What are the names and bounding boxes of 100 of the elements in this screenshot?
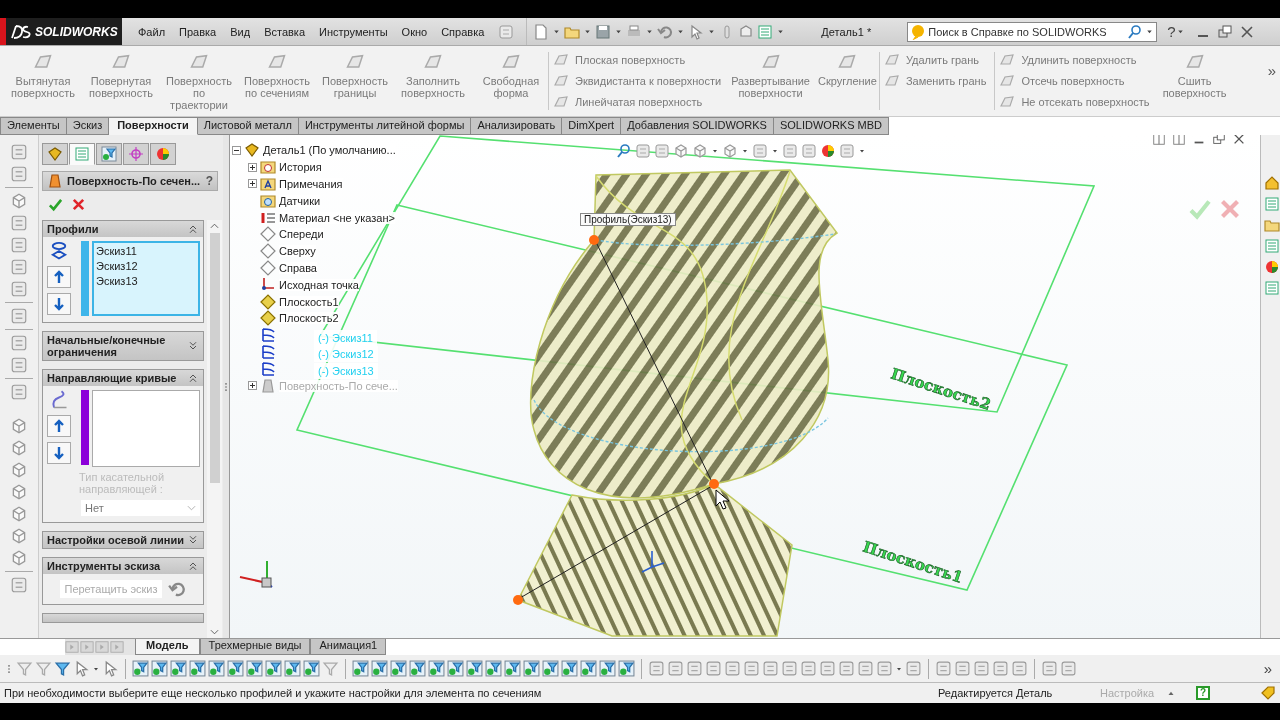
filter-icon[interactable] [371, 660, 388, 677]
ribbon-button[interactable]: Вытянутая поверхность [6, 52, 80, 111]
cube-icon[interactable] [10, 192, 28, 210]
ribbon-button[interactable]: Плоская поверхность [553, 52, 722, 68]
tool-icon[interactable] [781, 660, 798, 677]
command-tab[interactable]: Инструменты литейной формы [298, 117, 472, 135]
selection-list[interactable] [92, 390, 200, 467]
cube-icon[interactable] [10, 439, 28, 457]
task-pane-icon[interactable] [1264, 259, 1280, 275]
tool-icon[interactable] [1011, 660, 1028, 677]
checklist-icon[interactable] [757, 23, 774, 40]
menu-item[interactable]: Вставка [264, 25, 305, 38]
filter-icon[interactable] [618, 660, 635, 677]
cube-icon[interactable] [10, 483, 28, 501]
caret-icon[interactable] [711, 147, 719, 155]
ribbon-button[interactable]: Удлинить поверхность [999, 52, 1150, 68]
panel-tab[interactable] [96, 143, 122, 165]
ribbon-button[interactable]: Удалить грань [883, 52, 987, 68]
view-tool-icon[interactable] [673, 143, 689, 159]
filter-icon[interactable] [322, 660, 339, 677]
lofted-surface-drawing[interactable] [517, 169, 838, 637]
command-tab[interactable]: SOLIDWORKS MBD [773, 117, 890, 135]
tree-item[interactable]: Датчики [279, 194, 321, 207]
tool-icon[interactable] [954, 660, 971, 677]
restore-icon[interactable] [1216, 23, 1233, 40]
ribbon-button[interactable]: Свободная форма [474, 52, 548, 111]
view-tool-icon[interactable] [801, 143, 817, 159]
caret-icon[interactable] [1145, 27, 1155, 36]
filter-icon[interactable] [504, 660, 521, 677]
split-view-icon[interactable] [1152, 135, 1166, 146]
filter-icon[interactable] [428, 660, 445, 677]
command-tab[interactable]: Анализировать [471, 117, 563, 135]
filter-icon[interactable] [132, 660, 149, 677]
cube-icon[interactable] [10, 505, 28, 523]
section-header[interactable]: Настройки осевой линии [43, 532, 203, 548]
cube-icon[interactable] [10, 527, 28, 545]
list-item[interactable]: Эскиз13 [96, 274, 196, 289]
scroll-up-icon[interactable] [210, 223, 219, 229]
tree-item[interactable]: Примечания [279, 178, 343, 190]
tree-item[interactable]: Материал <не указан> [279, 211, 395, 224]
tool-icon[interactable] [10, 576, 28, 594]
save-icon[interactable] [595, 23, 612, 40]
tool-icon[interactable] [819, 660, 836, 677]
undo-icon[interactable] [167, 580, 186, 598]
tool-icon[interactable] [992, 660, 1009, 677]
tool-icon[interactable] [10, 356, 28, 374]
expand-icon[interactable] [187, 534, 199, 546]
tool-icon[interactable] [10, 383, 28, 401]
ribbon-button[interactable]: Развертывание поверхности [729, 52, 812, 99]
panel-tab[interactable] [42, 143, 68, 165]
ribbon-button[interactable]: Поверхность по сечениям [240, 52, 314, 111]
expand-toggle[interactable] [248, 381, 257, 391]
ribbon-button[interactable]: Эквидистанта к поверхности [553, 73, 722, 89]
filter-icon[interactable] [35, 660, 52, 677]
command-tab[interactable]: Эскиз [66, 117, 110, 135]
tool-icon[interactable] [857, 660, 874, 677]
view-tool-icon[interactable] [654, 143, 670, 159]
model-tab[interactable]: Анимация1 [310, 639, 387, 655]
filter-icon[interactable] [485, 660, 502, 677]
zoom-icon[interactable] [616, 143, 632, 159]
scroll-down-icon[interactable] [210, 629, 219, 635]
ribbon-button[interactable]: Не отсекать поверхность [999, 94, 1150, 110]
tree-item[interactable]: Плоскость2 [279, 312, 339, 325]
filter-icon[interactable] [523, 660, 540, 677]
move-up-button[interactable] [47, 266, 71, 288]
cursor-icon[interactable] [688, 23, 705, 40]
model-tab[interactable]: Модель [135, 639, 200, 655]
undo-icon[interactable] [657, 23, 674, 40]
search-field[interactable]: Поиск в Справке по SOLIDWORKS [907, 21, 1158, 42]
section-header[interactable]: Начальные/конечные ограничения [43, 332, 203, 360]
tool-icon[interactable] [800, 660, 817, 677]
tool-icon[interactable] [10, 165, 28, 183]
filter-icon[interactable] [352, 660, 369, 677]
split-view-icon[interactable] [1172, 135, 1186, 146]
filter-icon[interactable] [189, 660, 206, 677]
tree-item[interactable]: Спереди [279, 228, 324, 241]
command-tab[interactable]: Добавления SOLIDWORKS [621, 117, 774, 135]
move-down-button[interactable] [47, 442, 71, 464]
task-pane-icon[interactable] [1264, 196, 1280, 212]
filter-icon[interactable] [561, 660, 578, 677]
collapse-toggle[interactable] [232, 145, 241, 155]
model-tab[interactable]: Трехмерные виды [199, 639, 311, 655]
filter-icon[interactable] [151, 660, 168, 677]
caret-icon[interactable] [614, 27, 624, 36]
view-tool-icon[interactable] [820, 143, 836, 159]
tool-icon[interactable] [10, 258, 28, 276]
task-pane-icon[interactable] [1264, 280, 1280, 296]
filter-icon[interactable] [599, 660, 616, 677]
collapse-icon[interactable] [187, 372, 199, 384]
caret-icon[interactable] [776, 27, 786, 36]
caret-icon[interactable] [707, 27, 717, 36]
panel-tab[interactable] [69, 143, 95, 165]
help-button[interactable]: ? [205, 174, 213, 188]
view-tool-icon[interactable] [635, 143, 651, 159]
caret-icon[interactable] [552, 27, 562, 36]
menu-item[interactable]: Вид [230, 25, 251, 38]
caret-icon[interactable] [741, 147, 749, 155]
restore-icon[interactable] [1212, 135, 1226, 146]
new-document-icon[interactable] [533, 23, 550, 40]
tool-icon[interactable] [10, 236, 28, 254]
